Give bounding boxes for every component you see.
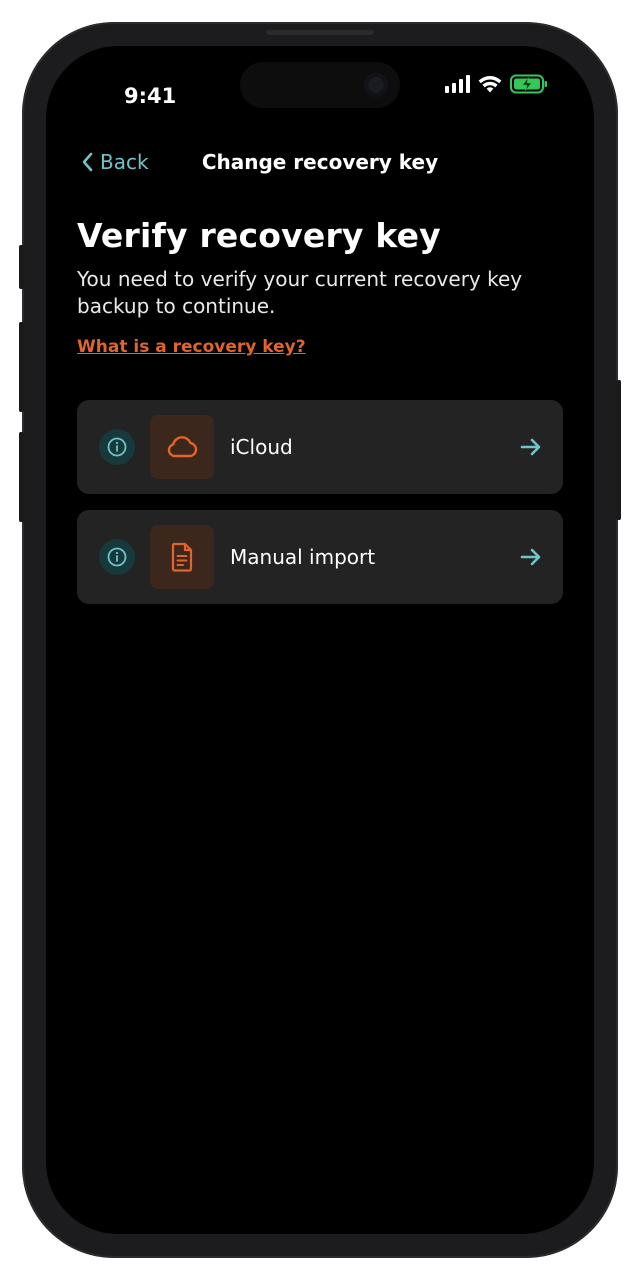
volume-down-button [19,432,24,522]
info-icon [107,547,127,567]
manual-import-option[interactable]: Manual import [77,510,563,604]
page-description: You need to verify your current recovery… [77,267,523,318]
battery-charging-icon [510,74,547,94]
arrow-right-icon [520,438,541,456]
manual-import-info-button[interactable] [99,539,135,575]
back-button-label: Back [100,150,149,174]
icloud-icon-tile [150,415,214,479]
front-camera [364,73,388,97]
screen: 9:41 Back Change recovery key Verify rec… [46,46,594,1234]
arrow-right-icon [520,548,541,566]
page-title: Verify recovery key [77,216,441,255]
wifi-icon [478,76,502,93]
back-button[interactable]: Back [80,142,149,182]
cellular-signal-icon [445,75,470,93]
chevron-left-icon [82,152,93,172]
recovery-key-help-link[interactable]: What is a recovery key? [77,337,306,357]
volume-up-button [19,322,24,412]
icloud-option-label: iCloud [230,435,293,459]
dynamic-island [240,62,400,108]
document-icon [171,542,193,572]
status-icons [445,72,548,96]
manual-import-option-label: Manual import [230,545,376,569]
icloud-option[interactable]: iCloud [77,400,563,494]
status-time: 9:41 [124,84,177,108]
info-icon [107,437,127,457]
manual-import-icon-tile [150,525,214,589]
speaker-grille [266,30,374,35]
icloud-info-button[interactable] [99,429,135,465]
power-button [616,380,621,520]
action-button [19,245,24,289]
cloud-icon [167,436,198,458]
navigation-bar: Back Change recovery key [46,142,594,182]
